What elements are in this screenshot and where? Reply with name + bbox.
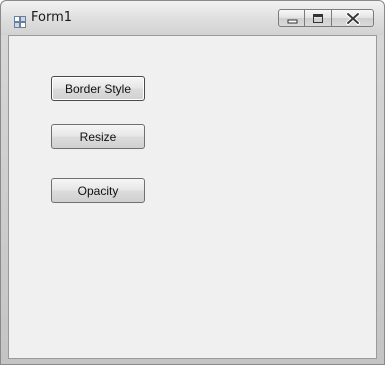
opacity-button[interactable]: Opacity: [51, 178, 145, 203]
maximize-button[interactable]: [305, 9, 332, 27]
close-button[interactable]: [332, 9, 374, 27]
form-client-area: Border Style Resize Opacity: [8, 35, 377, 359]
minimize-button[interactable]: [278, 9, 305, 27]
caption-buttons: [278, 9, 374, 27]
border-style-button[interactable]: Border Style: [51, 76, 145, 101]
close-icon: [346, 12, 360, 25]
minimize-icon: [287, 19, 298, 24]
maximize-icon: [313, 14, 323, 23]
form-window: Form1 Border Style Resize Opacity: [0, 0, 385, 365]
title-bar[interactable]: Form1: [1, 1, 384, 35]
resize-button[interactable]: Resize: [51, 124, 145, 149]
form-app-icon[interactable]: [14, 13, 26, 28]
window-title: Form1: [31, 10, 73, 25]
